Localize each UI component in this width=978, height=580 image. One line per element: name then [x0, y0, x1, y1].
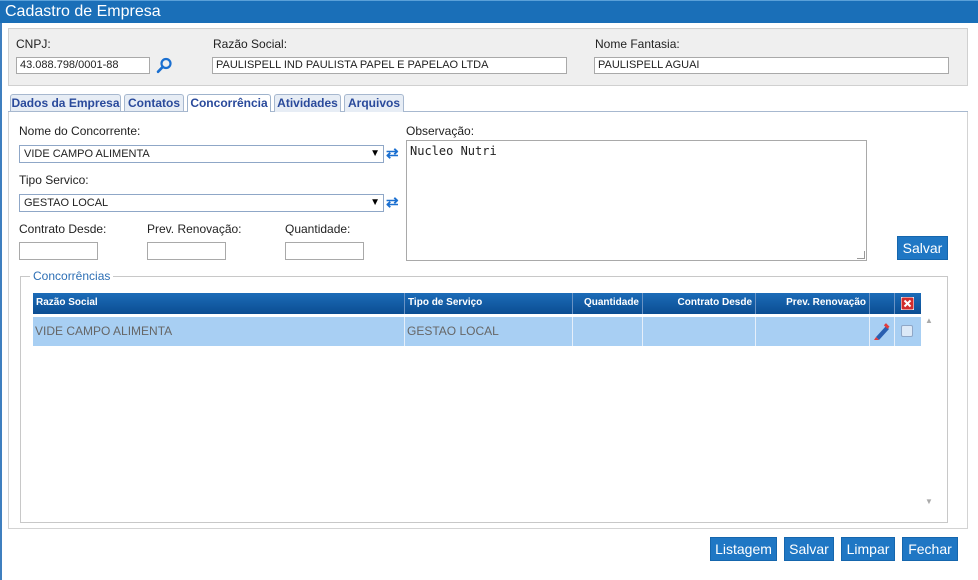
- scroll-up-icon[interactable]: ▲: [925, 316, 933, 325]
- contrato-desde-label: Contrato Desde:: [19, 222, 107, 236]
- fechar-button[interactable]: Fechar: [902, 537, 958, 561]
- chevron-down-icon: ▼: [370, 197, 380, 208]
- column-header-tipo-servico[interactable]: Tipo de Serviço: [405, 293, 573, 314]
- contrato-desde-field[interactable]: [19, 242, 98, 260]
- left-border: [0, 23, 2, 580]
- quantidade-field[interactable]: [285, 242, 364, 260]
- refresh-icon[interactable]: ⇄: [386, 193, 399, 211]
- cnpj-label: CNPJ:: [16, 37, 51, 51]
- prev-renovacao-field[interactable]: [147, 242, 226, 260]
- delete-icon[interactable]: [901, 297, 914, 310]
- concorrente-select[interactable]: VIDE CAMPO ALIMENTA ▼: [19, 145, 384, 163]
- observacao-textarea[interactable]: Nucleo Nutri: [406, 140, 867, 261]
- cell-quantidade: [573, 317, 643, 346]
- nome-fantasia-field[interactable]: PAULISPELL AGUAI: [594, 57, 949, 74]
- scroll-down-icon[interactable]: ▼: [925, 497, 933, 506]
- row-checkbox[interactable]: [901, 325, 913, 337]
- concorrencias-legend: Concorrências: [30, 269, 114, 283]
- resize-handle-icon[interactable]: [857, 251, 865, 259]
- observacao-value: Nucleo Nutri: [410, 144, 497, 158]
- column-header-prev-renovacao[interactable]: Prev. Renovação: [756, 293, 870, 314]
- cell-prev-renovacao: [756, 317, 870, 346]
- tipo-servico-value: GESTAO LOCAL: [24, 197, 109, 209]
- razao-social-field[interactable]: PAULISPELL IND PAULISTA PAPEL E PAPELAO …: [212, 57, 567, 74]
- prev-renovacao-label: Prev. Renovação:: [147, 222, 242, 236]
- cell-select: [895, 317, 921, 346]
- column-header-quantidade[interactable]: Quantidade: [573, 293, 643, 314]
- window-titlebar: Cadastro de Empresa: [0, 0, 978, 23]
- save-concorrencia-button[interactable]: Salvar: [897, 236, 948, 260]
- column-header-edit: [870, 293, 895, 314]
- nome-fantasia-label: Nome Fantasia:: [595, 37, 680, 51]
- chevron-down-icon: ▼: [370, 148, 380, 159]
- tab-dados-empresa[interactable]: Dados da Empresa: [10, 94, 121, 112]
- tab-arquivos[interactable]: Arquivos: [344, 94, 404, 112]
- column-header-razao-social[interactable]: Razão Social: [33, 293, 405, 314]
- quantidade-label: Quantidade:: [285, 222, 351, 236]
- cell-razao-social: VIDE CAMPO ALIMENTA: [33, 317, 405, 346]
- observacao-label: Observação:: [406, 124, 475, 138]
- tab-concorrencia[interactable]: Concorrência: [187, 94, 271, 113]
- concorrente-label: Nome do Concorrente:: [19, 124, 141, 138]
- razao-social-label: Razão Social:: [213, 37, 288, 51]
- concorrente-value: VIDE CAMPO ALIMENTA: [24, 148, 150, 160]
- edit-icon[interactable]: [873, 323, 891, 340]
- column-header-delete: [895, 293, 921, 314]
- cell-edit: [870, 317, 895, 346]
- limpar-button[interactable]: Limpar: [841, 537, 895, 561]
- cell-tipo-servico: GESTAO LOCAL: [405, 317, 573, 346]
- cnpj-field[interactable]: 43.088.798/0001-88: [16, 57, 150, 74]
- refresh-icon[interactable]: ⇄: [386, 144, 399, 162]
- search-icon[interactable]: [156, 57, 173, 74]
- tipo-servico-select[interactable]: GESTAO LOCAL ▼: [19, 194, 384, 212]
- salvar-button[interactable]: Salvar: [784, 537, 834, 561]
- window-title: Cadastro de Empresa: [5, 3, 161, 20]
- listagem-button[interactable]: Listagem: [710, 537, 777, 561]
- table-row[interactable]: VIDE CAMPO ALIMENTA GESTAO LOCAL: [33, 317, 921, 346]
- tab-contatos[interactable]: Contatos: [124, 94, 184, 112]
- grid-header: Razão Social Tipo de Serviço Quantidade …: [33, 293, 921, 314]
- cell-contrato-desde: [643, 317, 756, 346]
- column-header-contrato-desde[interactable]: Contrato Desde: [643, 293, 756, 314]
- tipo-servico-label: Tipo Servico:: [19, 173, 89, 187]
- tab-atividades[interactable]: Atividades: [274, 94, 341, 112]
